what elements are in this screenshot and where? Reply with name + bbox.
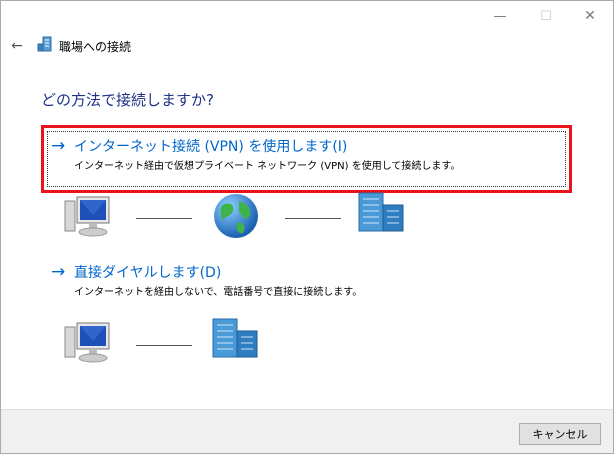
close-icon: ✕ [584,8,596,24]
maximize-button[interactable]: ☐ [523,1,569,31]
connection-line [136,345,192,346]
wizard-header: ← 職場への接続 [1,31,613,61]
option-description: インターネット経由で仮想プライベート ネットワーク (VPN) を使用して接続し… [74,161,461,172]
option-title: 直接ダイヤルします(D) [74,265,222,281]
window-title: 職場への接続 [59,40,132,54]
globe-icon [214,194,258,238]
arrow-right-icon: → [51,136,66,156]
title-bar: — ☐ ✕ [1,1,613,31]
minimize-button[interactable]: — [477,1,523,31]
wizard-footer: キャンセル [1,409,613,453]
connection-line [285,218,341,219]
dial-directly-option-button[interactable]: → 直接ダイヤルします(D) インターネットを経由しないで、電話番号で直接に接続… [47,263,567,307]
computer-icon [64,322,110,363]
vpn-option-button[interactable]: → インターネット接続 (VPN) を使用します(I) インターネット経由で仮想… [47,131,566,187]
close-button[interactable]: ✕ [567,1,613,31]
maximize-icon: ☐ [540,8,552,24]
connection-line [136,218,192,219]
cancel-button[interactable]: キャンセル [519,423,601,445]
option-description: インターネットを経由しないで、電話番号で直接に接続します。 [74,287,363,298]
connect-to-workplace-window: — ☐ ✕ ← 職場への接続 どの方法で接続しますか? → インターネット接続 … [0,0,614,454]
arrow-right-icon: → [51,262,66,282]
page-heading: どの方法で接続しますか? [41,91,214,109]
computer-icon [64,196,110,237]
back-arrow-icon: ← [11,38,23,54]
network-building-icon [37,36,52,52]
minimize-icon: — [493,8,507,24]
back-button[interactable]: ← [7,36,27,56]
option-title: インターネット接続 (VPN) を使用します(I) [74,139,348,155]
building-icon [212,318,258,358]
building-icon [358,192,404,232]
